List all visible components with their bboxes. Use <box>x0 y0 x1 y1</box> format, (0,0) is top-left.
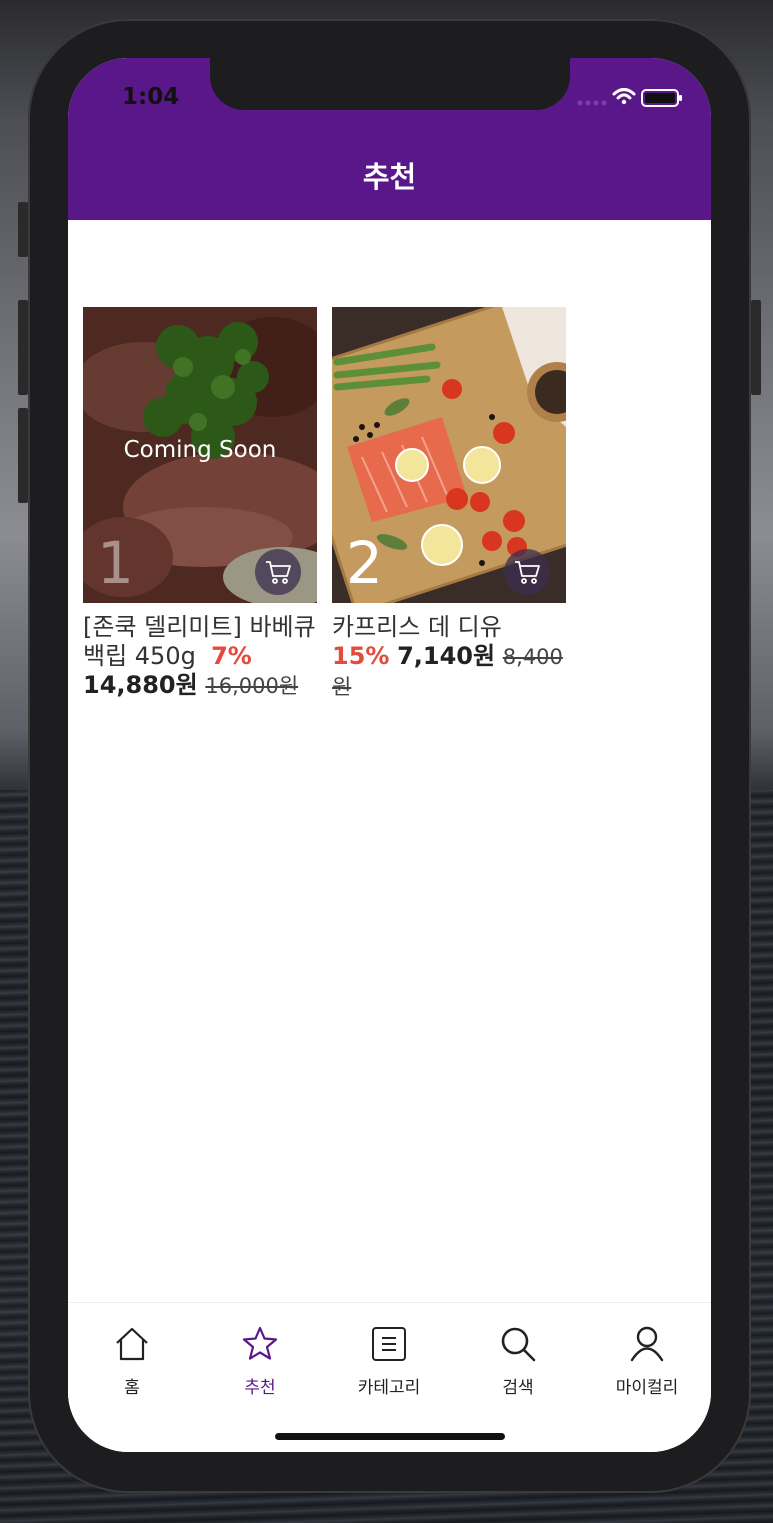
original-price: 16,000원 <box>205 674 299 698</box>
user-icon <box>630 1326 664 1362</box>
tab-label: 마이컬리 <box>615 1378 679 1398</box>
rank-number: 1 <box>97 529 134 597</box>
list-icon <box>372 1327 406 1361</box>
mute-switch <box>18 202 28 257</box>
product-info: 카프리스 데 디유 15% 7,140원 8,400원 <box>332 613 566 702</box>
status-time: 1:04 <box>122 84 180 110</box>
nav-header: 1:04 추천 <box>68 58 711 220</box>
tab-mykurly[interactable]: 마이컬리 <box>583 1325 711 1398</box>
tab-category[interactable]: 카테고리 <box>325 1325 453 1398</box>
tab-recommend[interactable]: 추천 <box>196 1325 324 1398</box>
discount-rate: 15% <box>332 642 390 670</box>
discount-rate: 7% <box>211 642 252 670</box>
tab-search[interactable]: 검색 <box>454 1325 582 1398</box>
tab-label: 검색 <box>502 1378 534 1398</box>
cart-icon <box>515 561 540 584</box>
tab-label: 추천 <box>244 1378 276 1398</box>
home-icon <box>116 1327 148 1361</box>
sale-price: 7,140원 <box>397 642 496 670</box>
product-image[interactable]: 2 <box>332 307 566 603</box>
bottom-tab-bar: 홈 추천 카테고리 검색 마이컬리 <box>68 1302 711 1452</box>
notch <box>210 58 570 110</box>
product-name: 카프리스 데 디유 <box>332 613 502 641</box>
page-title: 추천 <box>362 160 417 194</box>
search-icon <box>501 1327 536 1362</box>
add-to-cart-button[interactable] <box>255 549 301 595</box>
home-indicator[interactable] <box>275 1433 505 1440</box>
volume-down-button <box>18 408 28 503</box>
sale-price: 14,880원 <box>83 671 198 699</box>
tab-home[interactable]: 홈 <box>68 1325 196 1398</box>
app-screen: 1:04 추천 Coming Soon 1 [존쿡 델리미트] 바베큐 백립 4… <box>68 58 711 1452</box>
cart-icon <box>266 561 291 584</box>
power-button <box>751 300 761 395</box>
battery-icon <box>641 89 682 107</box>
product-info: [존쿡 델리미트] 바베큐 백립 450g 7% 14,880원 16,000원 <box>83 613 317 701</box>
product-image[interactable]: Coming Soon 1 <box>83 307 317 603</box>
tab-label: 홈 <box>124 1378 140 1398</box>
tab-label: 카테고리 <box>357 1378 421 1398</box>
volume-up-button <box>18 300 28 395</box>
signal-icon <box>577 100 607 106</box>
product-card[interactable]: 2 카프리스 데 디유 15% 7,140원 8,400원 <box>332 307 566 702</box>
star-icon <box>242 1326 278 1360</box>
coming-soon-label: Coming Soon <box>123 437 277 463</box>
status-icons <box>576 86 688 107</box>
product-name: [존쿡 델리미트] 바베큐 백립 450g <box>83 613 316 670</box>
add-to-cart-button[interactable] <box>504 549 550 595</box>
product-card[interactable]: Coming Soon 1 [존쿡 델리미트] 바베큐 백립 450g 7% 1… <box>83 307 317 701</box>
rank-number: 2 <box>346 529 383 597</box>
wifi-icon <box>612 88 636 105</box>
